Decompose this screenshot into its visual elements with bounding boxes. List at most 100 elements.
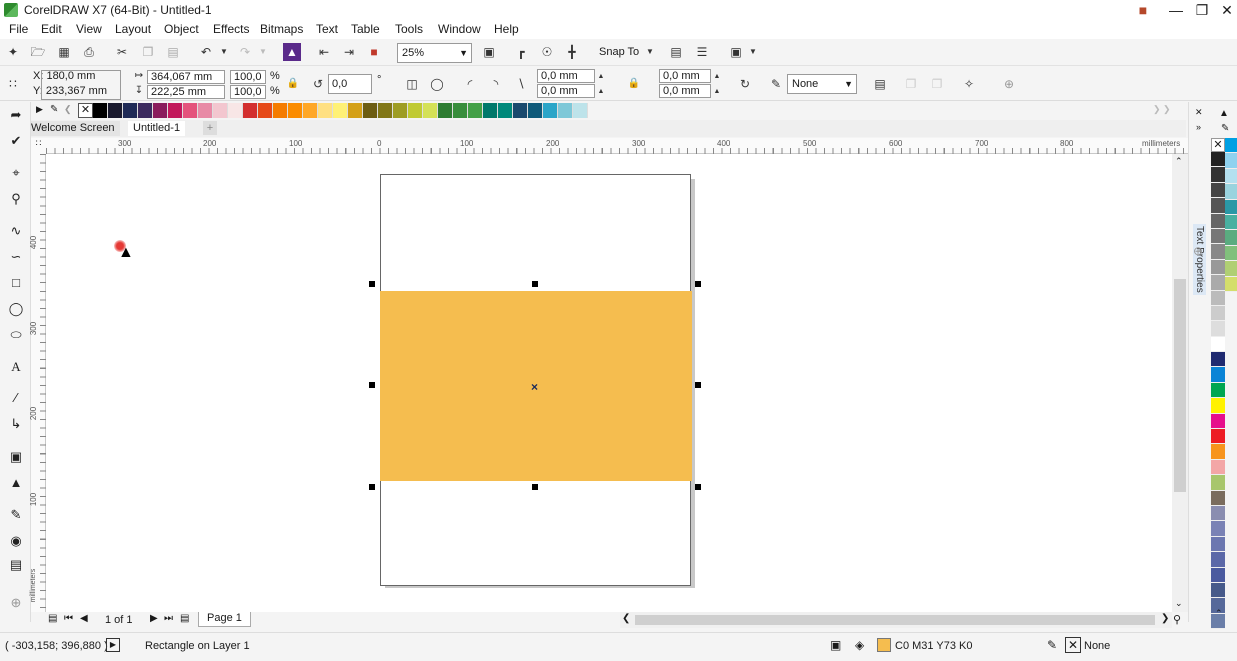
- color-swatch[interactable]: [573, 103, 588, 118]
- round-corner-icon[interactable]: ◜: [461, 75, 479, 93]
- vertical-ruler[interactable]: 400 300 200 100 millimeters: [29, 154, 46, 612]
- center-marker-icon[interactable]: ×: [531, 380, 538, 394]
- menu-bitmaps[interactable]: Bitmaps: [260, 22, 303, 36]
- color-swatch[interactable]: [1211, 228, 1225, 245]
- docker-tab-text-properties[interactable]: Text Properties: [1193, 224, 1206, 295]
- palette-scroll-icon[interactable]: ▶: [36, 104, 43, 115]
- page-tab-page-1[interactable]: Page 1: [198, 612, 251, 627]
- menu-layout[interactable]: Layout: [115, 22, 151, 36]
- play-icon[interactable]: ▶: [106, 638, 120, 652]
- outline-pen-status-icon[interactable]: ✎: [1047, 638, 1057, 652]
- snap-to-dropdown-icon[interactable]: ▼: [641, 43, 659, 61]
- add-tool-icon[interactable]: ⊕: [5, 592, 27, 614]
- scale-x-field[interactable]: 100,0: [230, 70, 266, 84]
- color-swatch[interactable]: [273, 103, 288, 118]
- previous-page-icon[interactable]: ◀: [80, 613, 88, 624]
- selection-handle[interactable]: [369, 484, 375, 490]
- color-swatch[interactable]: [228, 103, 243, 118]
- color-swatch[interactable]: [243, 103, 258, 118]
- open-icon[interactable]: 🗁: [29, 43, 47, 61]
- color-swatch[interactable]: [1211, 413, 1225, 430]
- color-swatch[interactable]: [393, 103, 408, 118]
- color-eyedropper-tool-icon[interactable]: ✎: [5, 504, 27, 526]
- no-color-swatch[interactable]: ✕: [1211, 138, 1225, 152]
- to-back-icon[interactable]: ❐: [928, 75, 946, 93]
- scalloped-corner-icon[interactable]: ◝: [487, 75, 505, 93]
- menu-file[interactable]: File: [9, 22, 28, 36]
- color-swatch[interactable]: [1225, 245, 1237, 262]
- color-swatch[interactable]: [1211, 382, 1225, 399]
- menu-table[interactable]: Table: [351, 22, 380, 36]
- color-swatch[interactable]: [333, 103, 348, 118]
- mirror-vertical-icon[interactable]: ◯: [428, 75, 446, 93]
- color-swatch[interactable]: [1211, 459, 1225, 476]
- color-swatch[interactable]: [1211, 367, 1225, 383]
- navigator-zoom-icon[interactable]: ⚲: [1173, 613, 1181, 626]
- parallel-dimension-tool-icon[interactable]: ∕: [5, 387, 27, 409]
- color-swatch[interactable]: [468, 103, 483, 118]
- color-swatch[interactable]: [1211, 275, 1225, 291]
- color-swatch[interactable]: [1211, 582, 1225, 599]
- horizontal-ruler[interactable]: 300 200 100 0 100 200 300 400 500 600 70…: [46, 138, 1188, 154]
- color-swatch[interactable]: [1225, 199, 1237, 215]
- color-swatch[interactable]: [1211, 182, 1225, 199]
- document-color-settings-icon[interactable]: ▣: [830, 638, 841, 652]
- application-launcher-icon[interactable]: ☰: [693, 43, 711, 61]
- crop-tool-icon[interactable]: ⌖: [5, 162, 27, 184]
- color-swatch[interactable]: [528, 103, 543, 118]
- corner-radius-4-field[interactable]: 0,0 mm: [659, 84, 711, 98]
- color-swatch[interactable]: [303, 103, 318, 118]
- color-swatch[interactable]: [1211, 490, 1225, 506]
- shape-tool-icon[interactable]: ✔: [5, 130, 27, 152]
- cut-icon[interactable]: ✂: [113, 43, 131, 61]
- chamfered-corner-icon[interactable]: ∖: [512, 75, 530, 93]
- options-icon[interactable]: ▤: [667, 43, 685, 61]
- color-swatch[interactable]: [1225, 168, 1237, 185]
- undo-icon[interactable]: ↶: [197, 43, 215, 61]
- vertical-scrollbar[interactable]: ⌃ ⌄: [1172, 154, 1188, 612]
- color-swatch[interactable]: [1225, 261, 1237, 277]
- scroll-right-icon[interactable]: ❯: [1161, 613, 1169, 624]
- next-page-icon[interactable]: ▶: [150, 613, 158, 624]
- corner-4-spinner-icon[interactable]: ▲: [712, 83, 722, 101]
- color-swatch[interactable]: [1211, 290, 1225, 306]
- color-swatch[interactable]: [1211, 444, 1225, 460]
- ellipse-tool-icon[interactable]: ◯: [5, 298, 27, 320]
- pick-tool-icon[interactable]: ➦: [5, 104, 27, 126]
- palette-scroll-up-icon[interactable]: ▲: [1219, 108, 1229, 119]
- menu-effects[interactable]: Effects: [213, 22, 249, 36]
- color-swatch[interactable]: [1211, 152, 1225, 168]
- close-button[interactable]: ✕: [1216, 1, 1237, 19]
- connector-tool-icon[interactable]: ↳: [5, 413, 27, 435]
- fill-bucket-icon[interactable]: ◈: [855, 638, 864, 652]
- outline-none-swatch[interactable]: ✕: [1065, 637, 1081, 653]
- corner-radius-3-field[interactable]: 0,0 mm: [537, 84, 595, 98]
- color-swatch[interactable]: [1211, 352, 1225, 368]
- color-swatch[interactable]: [123, 103, 138, 118]
- new-document-icon[interactable]: ✦: [4, 43, 22, 61]
- color-swatch[interactable]: [1225, 276, 1237, 292]
- color-swatch[interactable]: [438, 103, 453, 118]
- mirror-horizontal-icon[interactable]: ◫: [403, 75, 421, 93]
- selection-handle[interactable]: [532, 484, 538, 490]
- selection-handle[interactable]: [369, 382, 375, 388]
- wrap-text-icon[interactable]: ▤: [871, 75, 889, 93]
- first-page-icon[interactable]: ⏮: [64, 613, 73, 624]
- color-swatch[interactable]: [498, 103, 513, 118]
- color-swatch[interactable]: [1211, 505, 1225, 522]
- print-icon[interactable]: ⎙: [80, 43, 98, 61]
- tab-untitled-1[interactable]: Untitled-1: [128, 121, 186, 136]
- horizontal-scroll-thumb[interactable]: [635, 615, 1155, 625]
- color-swatch[interactable]: [1211, 552, 1225, 568]
- color-swatch[interactable]: [1225, 214, 1237, 231]
- add-page-after-icon[interactable]: ▤: [180, 613, 189, 624]
- paste-icon[interactable]: ▤: [164, 43, 182, 61]
- color-swatch[interactable]: [1211, 244, 1225, 260]
- save-icon[interactable]: ▦: [55, 43, 73, 61]
- scroll-up-icon[interactable]: ⌃: [1175, 156, 1183, 167]
- color-swatch[interactable]: [423, 103, 438, 118]
- show-rulers-icon[interactable]: ┏: [512, 43, 530, 61]
- color-swatch[interactable]: [1225, 184, 1237, 200]
- eyedropper-icon[interactable]: ✎: [50, 104, 58, 115]
- publish-pdf-icon[interactable]: ■: [365, 43, 383, 61]
